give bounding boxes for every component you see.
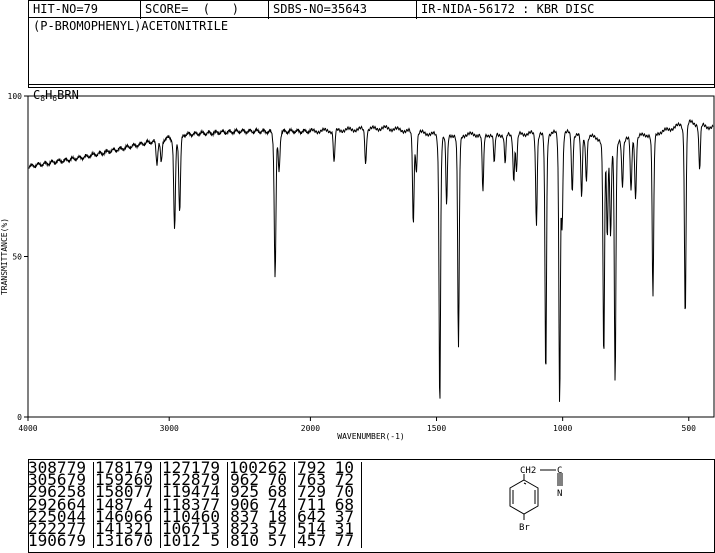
chart-axes — [27, 95, 715, 418]
x-tick-label: 2000 — [301, 424, 320, 433]
plot-frame — [27, 95, 715, 418]
formula-divider — [29, 84, 714, 85]
br-label: Br — [519, 523, 530, 533]
header-bar: HIT-NO=79 SCORE= ( ) SDBS-NO=35643 IR-NI… — [28, 0, 715, 19]
ring-double-bond — [523, 482, 527, 485]
c-label: C — [557, 466, 562, 476]
compound-name: (P-BROMOPHENYL)ACETONITRILE — [33, 19, 229, 33]
y-axis-label: TRANSMITTANCE(%) — [0, 218, 9, 295]
x-tick-label: 3000 — [160, 424, 179, 433]
compound-box: (P-BROMOPHENYL)ACETONITRILE C8H6BRN — [28, 17, 715, 103]
x-axis-label: WAVENUMBER(-1) — [337, 432, 404, 441]
n-label: N — [557, 489, 562, 499]
ir-spectrum-chart: 4000 3000 2000 1500 1000 500100500 WAVENUMBER… — [0, 92, 715, 441]
x-tick-label: 4000 — [18, 424, 37, 433]
y-tick-label: 50 — [12, 253, 22, 262]
benzene-ring — [509, 479, 539, 515]
ch2-label: CH2 — [520, 466, 536, 476]
y-tick-label: 0 — [17, 413, 22, 422]
x-tick-label: 1000 — [553, 424, 572, 433]
x-tick-label: 1500 — [427, 424, 446, 433]
x-tick-label: 500 — [682, 424, 697, 433]
chart-ticks: 4000 3000 2000 1500 1000 500100500 — [8, 92, 697, 433]
structure-drawing: CH2 C N Br — [509, 466, 563, 533]
y-tick-label: 100 — [8, 92, 23, 101]
spectrum-trace — [28, 118, 714, 402]
